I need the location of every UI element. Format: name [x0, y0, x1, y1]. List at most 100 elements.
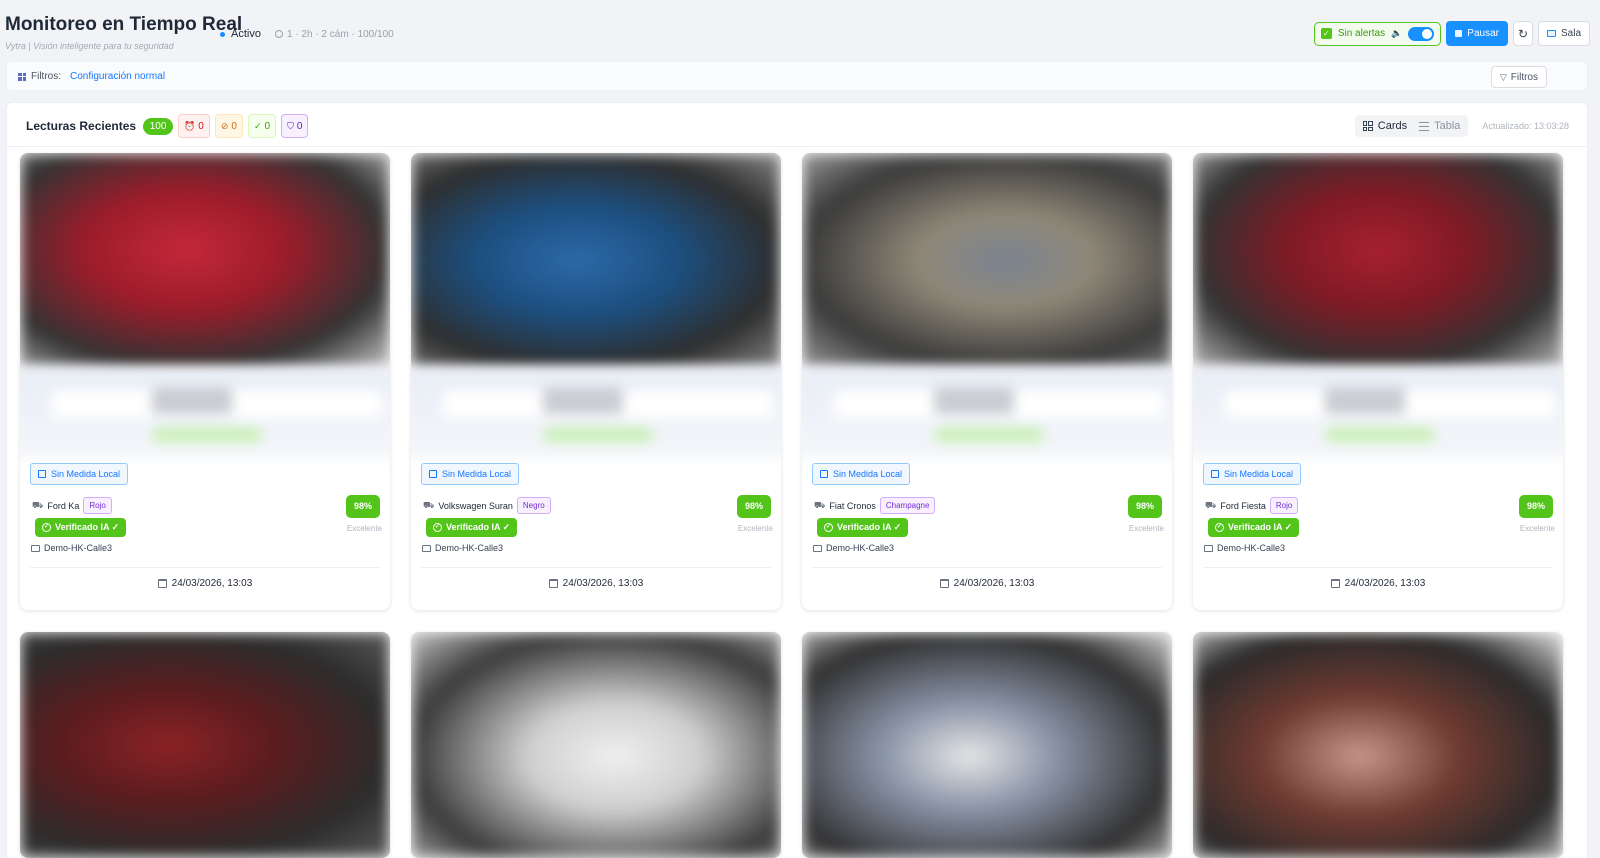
reading-card[interactable]: Sin Medida Local ⛟ Ford Fiesta Rojo 98% Ex… — [1193, 153, 1563, 610]
vehicle-row: ⛟ Ford Fiesta Rojo — [1205, 497, 1299, 514]
filter-summary: Filtros: Configuración normal — [18, 71, 165, 82]
color-tag: Champagne — [879, 497, 936, 514]
checkbox-icon — [38, 470, 46, 478]
ok-filter-chip[interactable]: ✓ 0 — [247, 114, 277, 138]
page-header: Monitoreo en Tiempo Real Vytra | Visión … — [0, 0, 1600, 60]
plate-image — [20, 368, 390, 458]
camera-name: Demo-HK-Calle3 — [44, 543, 113, 553]
car-icon: ⛟ — [32, 499, 44, 510]
status-label: Activo — [231, 28, 261, 40]
loading-icon — [274, 30, 283, 38]
shield-filter-chip[interactable]: ⛉ 0 — [281, 114, 309, 138]
vehicle-row: ⛟ Volkswagen Suran Negro — [423, 497, 551, 514]
verified-badge: ✓ Verificado IA ✓ — [35, 518, 127, 537]
calendar-icon — [1330, 579, 1340, 588]
medida-label: Sin Medida Local — [51, 469, 121, 479]
reading-card[interactable] — [1193, 632, 1563, 858]
alarm-filter-chip[interactable]: ⏰ 0 — [178, 114, 210, 138]
car-icon: ⛟ — [1205, 499, 1217, 510]
verified-label: Verificado IA ✓ — [1228, 522, 1293, 532]
filter-config-link[interactable]: Configuración normal — [70, 71, 165, 82]
view-cards-option[interactable]: Cards — [1357, 117, 1413, 135]
date-row: 24/03/2026, 13:03 — [802, 578, 1172, 589]
card-body: Sin Medida Local ⛟ Volkswagen Suran Negro … — [411, 461, 781, 610]
reading-card[interactable] — [20, 632, 390, 858]
vehicle-image — [20, 153, 390, 368]
reading-date: 24/03/2026, 13:03 — [953, 578, 1035, 589]
room-label: Sala — [1560, 28, 1581, 39]
filters-button[interactable]: ▽ Filtros — [1490, 66, 1547, 88]
checkbox-icon: ✓ — [1320, 28, 1332, 39]
date-row: 24/03/2026, 13:03 — [20, 578, 390, 589]
camera-row: Demo-HK-Calle3 — [1204, 543, 1285, 553]
medida-tag: Sin Medida Local — [30, 463, 129, 485]
camera-row: Demo-HK-Calle3 — [31, 543, 112, 553]
panel-header: Lecturas Recientes 100 ⏰ 0 ⊘ 0 ✓ 0 ⛉ 0 Cards… — [7, 103, 1587, 147]
view-table-option[interactable]: Tabla — [1413, 117, 1466, 135]
camera-icon — [813, 544, 822, 552]
refresh-button[interactable]: ↻ — [1512, 21, 1533, 46]
vehicle-image — [1193, 153, 1563, 368]
verified-label: Verificado IA ✓ — [55, 522, 120, 532]
panel-header-right: Cards Tabla Actualizado: 13:03:28 — [1354, 115, 1569, 137]
divider — [30, 567, 380, 568]
check-circle-icon: ✓ — [1215, 523, 1224, 532]
blocked-filter-chip[interactable]: ⊘ 0 — [214, 114, 243, 138]
verified-badge: ✓ Verificado IA ✓ — [817, 518, 909, 537]
medida-label: Sin Medida Local — [1224, 469, 1294, 479]
medida-tag: Sin Medida Local — [1203, 463, 1302, 485]
reading-card[interactable] — [411, 632, 781, 858]
vehicle-image — [1193, 632, 1563, 858]
confidence-label: Excelente — [1519, 524, 1555, 533]
camera-name: Demo-HK-Calle3 — [826, 543, 895, 553]
reading-card[interactable]: Sin Medida Local ⛟ Fiat Cronos Champagne 9… — [802, 153, 1172, 610]
shield-icon: ⛉ — [287, 120, 294, 131]
alerts-label: Sin alertas — [1337, 28, 1386, 39]
checkbox-icon — [429, 470, 437, 478]
pause-icon — [1455, 30, 1463, 37]
camera-name: Demo-HK-Calle3 — [1217, 543, 1286, 553]
divider — [421, 567, 771, 568]
vehicle-row: ⛟ Fiat Cronos Champagne — [814, 497, 936, 514]
confidence-score: 98% — [1519, 495, 1553, 518]
reading-card[interactable] — [802, 632, 1172, 858]
confidence-label: Excelente — [1128, 524, 1164, 533]
verified-label: Verificado IA ✓ — [837, 522, 902, 532]
vehicle-name: Ford Fiesta — [1220, 500, 1266, 511]
vehicle-row: ⛟ Ford Ka Rojo — [32, 497, 112, 514]
confidence-score: 98% — [1128, 495, 1162, 518]
status-meta: 1 · 2h · 2 cám · 100/100 — [274, 29, 394, 40]
confidence-score: 98% — [737, 495, 771, 518]
verified-label: Verificado IA ✓ — [446, 522, 511, 532]
alarm-count: 0 — [198, 120, 204, 132]
reading-date: 24/03/2026, 13:03 — [562, 578, 644, 589]
check-circle-icon: ✓ — [433, 523, 442, 532]
confidence-score: 98% — [346, 495, 380, 518]
card-body: Sin Medida Local ⛟ Ford Fiesta Rojo 98% Ex… — [1193, 461, 1563, 610]
room-button[interactable]: Sala — [1537, 21, 1590, 46]
camera-icon — [31, 544, 40, 552]
page-title: Monitoreo en Tiempo Real — [5, 14, 243, 35]
camera-name: Demo-HK-Calle3 — [435, 543, 504, 553]
refresh-icon: ↻ — [1517, 26, 1529, 41]
vehicle-image — [802, 632, 1172, 858]
pause-label: Pausar — [1467, 28, 1499, 39]
check-circle-icon: ✓ — [253, 120, 262, 131]
total-count-badge: 100 — [143, 117, 174, 135]
filters-button-label: Filtros — [1510, 71, 1538, 83]
divider — [1203, 567, 1553, 568]
reading-card[interactable]: Sin Medida Local ⛟ Ford Ka Rojo 98% Excele… — [20, 153, 390, 610]
view-switch: Cards Tabla — [1354, 115, 1469, 137]
funnel-icon: ▽ — [1499, 71, 1507, 82]
pause-button[interactable]: Pausar — [1446, 21, 1508, 46]
medida-tag: Sin Medida Local — [421, 463, 520, 485]
view-cards-label: Cards — [1377, 120, 1408, 132]
status-indicator: Activo 1 · 2h · 2 cám · 100/100 — [220, 28, 394, 40]
calendar-icon — [157, 579, 167, 588]
medida-label: Sin Medida Local — [442, 469, 512, 479]
check-circle-icon: ✓ — [42, 523, 51, 532]
reading-card[interactable]: Sin Medida Local ⛟ Volkswagen Suran Negro … — [411, 153, 781, 610]
alerts-toggle[interactable] — [1408, 26, 1435, 41]
plate-image — [802, 368, 1172, 458]
card-body: Sin Medida Local ⛟ Fiat Cronos Champagne 9… — [802, 461, 1172, 610]
